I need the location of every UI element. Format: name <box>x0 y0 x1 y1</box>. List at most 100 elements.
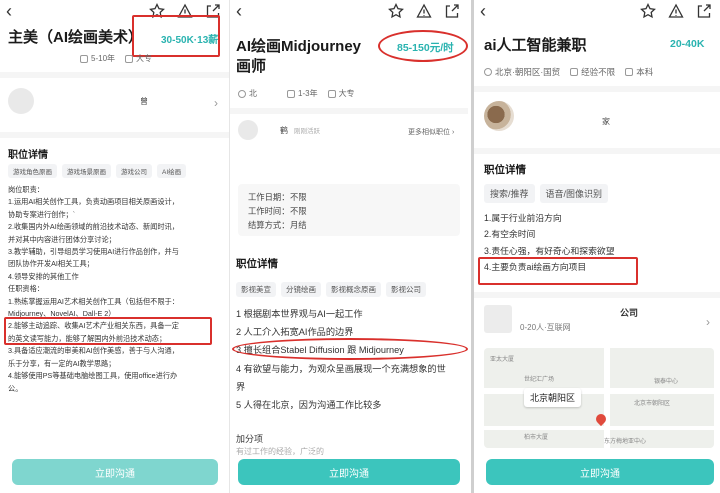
company-card[interactable]: 公司 0-20人·互联网 <box>484 305 638 333</box>
share-icon[interactable] <box>444 3 460 19</box>
chat-now-button[interactable]: 立即沟通 <box>238 459 460 485</box>
star-icon[interactable] <box>149 3 165 19</box>
map-label: 亚太大厦 <box>490 357 515 363</box>
desc-line: 团队协作开发AI相关工具； <box>8 259 94 269</box>
map-road <box>484 388 714 394</box>
map-label: 世纪汇广场 <box>524 377 555 383</box>
desc-line: 协助专案进行创作；` <box>8 209 76 219</box>
desc-line: 界 <box>236 381 246 392</box>
map-road <box>604 348 610 448</box>
desc-line: 2.能够主动追踪、收集AI艺术产业相关东西，具备一定 <box>8 321 179 331</box>
top-bar: ‹ <box>474 0 720 24</box>
avatar <box>238 120 258 140</box>
job-panel-1: ‹ 主美（AI绘画美术） 30-50K·13薪 5-10年 大专 曾 › 职位详… <box>0 0 229 493</box>
chevron-right-icon[interactable]: › <box>706 315 710 329</box>
job-panel-3: ‹ ai人工智能兼职 20-40K 北京·朝阳区·国贸 经验不限 本科 家 职位… <box>471 0 720 493</box>
desc-line: 公。 <box>8 383 23 393</box>
warning-icon[interactable] <box>416 3 432 19</box>
company-logo <box>484 305 512 333</box>
top-bar: ‹ <box>230 0 468 24</box>
info-row: 工作时间：不限 <box>248 206 307 216</box>
desc-line: 岗位职责： <box>8 185 44 194</box>
bonus-title: 加分项 <box>236 434 264 444</box>
section-title: 职位详情 <box>8 150 48 161</box>
desc-line: Midjourney、NovelAI、Dall-E 2） <box>8 309 116 319</box>
recruiter-row[interactable]: 曾 <box>8 88 148 114</box>
map-label: 东方梅地亚中心 <box>604 439 647 445</box>
tag: 分镜绘画 <box>281 282 321 297</box>
briefcase-icon <box>287 89 295 98</box>
map-location-label: 北京朝阳区 <box>524 388 582 407</box>
salary: 20-40K <box>670 38 705 50</box>
tag-list: 影视美宣 分镜绘画 影视概念原画 影视公司 <box>236 282 426 297</box>
desc-line: 2 人工介入拓宽AI作品的边界 <box>236 327 354 338</box>
bonus-text: 有过工作的经验，广泛的 <box>236 447 324 456</box>
info-row: 工作日期：不限 <box>248 192 307 202</box>
warning-icon[interactable] <box>177 3 193 19</box>
desc-line: 并对其中内容进行团体分享讨论； <box>8 234 116 244</box>
share-icon[interactable] <box>205 3 221 19</box>
tag-list: 搜索/推荐 语音/图像识别 <box>484 184 609 203</box>
divider <box>474 86 720 92</box>
job-title: 主美（AI绘画美术） <box>8 29 144 46</box>
desc-line: 3.具备适应潮流的审美和AI创作美感，善于与人沟通， <box>8 346 179 356</box>
active-status: 刚刚活跃 <box>294 128 320 135</box>
share-icon[interactable] <box>696 3 712 19</box>
job-meta: 北 1-3年 大专 <box>238 88 355 99</box>
map-label: 银泰中心 <box>654 379 679 385</box>
company-info: 0-20人·互联网 <box>520 322 571 332</box>
info-row: 结算方式：月结 <box>248 220 307 230</box>
tag: 游戏场景原画 <box>62 164 111 178</box>
desc-line: 任职资格： <box>8 284 44 294</box>
chat-now-button[interactable]: 立即沟通 <box>486 459 714 485</box>
job-title: ai人工智能兼职 <box>484 37 587 54</box>
tag: 语音/图像识别 <box>539 184 609 203</box>
education: 本科 <box>625 66 653 78</box>
map-road <box>484 426 714 430</box>
experience: 5-10年 <box>80 53 115 64</box>
section-title: 职位详情 <box>484 164 526 176</box>
desc-line: 2.收集国内外AI绘画领域的前沿技术动态、新闻时讯， <box>8 222 179 232</box>
graduation-icon <box>125 54 134 63</box>
experience: 1-3年 <box>287 88 318 99</box>
map-label: 柏市大厦 <box>524 435 549 441</box>
job-description: 1.属于行业前沿方向 2.有空余时间 3.责任心强，有好奇心和探索欲望 4.主要… <box>484 210 615 275</box>
star-icon[interactable] <box>640 3 656 19</box>
job-description: 1 根据剧本世界观与AI一起工作 2 人工介入拓宽AI作品的边界 3 擅长组合S… <box>236 305 446 414</box>
briefcase-icon <box>80 54 88 63</box>
chevron-left-icon[interactable]: ‹ <box>480 1 486 21</box>
top-bar: ‹ <box>0 0 229 24</box>
recruiter-row[interactable]: 家 <box>484 101 610 131</box>
tag: AI绘画 <box>157 164 187 178</box>
desc-line: 3.教学辅助，引导组员学习使用AI进行作品创作，并与 <box>8 247 179 257</box>
chevron-left-icon[interactable]: ‹ <box>6 1 12 21</box>
recruiter-row[interactable]: 鹤 刚刚活跃 <box>238 120 320 140</box>
chevron-right-icon[interactable]: › <box>214 96 218 110</box>
avatar <box>484 101 514 131</box>
recruiter-name: 曾 <box>140 96 148 106</box>
job-title: AI绘画Midjourney 画师 <box>236 38 362 75</box>
company-name: 公司 <box>620 307 639 318</box>
location-pin-icon <box>238 89 246 98</box>
chat-now-button[interactable]: 立即沟通 <box>12 459 218 485</box>
tag: 影视美宣 <box>236 282 276 297</box>
location-map[interactable]: 亚太大厦 世纪汇广场 银泰中心 北京市朝阳区 柏市大厦 东方梅地亚中心 北京朝阳… <box>484 348 714 448</box>
desc-line: 1.运用AI相关创作工具，负责动画项目相关原画设计， <box>8 197 179 207</box>
warning-icon[interactable] <box>668 3 684 19</box>
chevron-left-icon[interactable]: ‹ <box>236 1 242 21</box>
graduation-icon <box>625 68 634 76</box>
similar-jobs-link[interactable]: 更多相似职位 › <box>408 127 454 137</box>
tag: 游戏公司 <box>116 164 152 178</box>
briefcase-icon <box>570 68 579 76</box>
graduation-icon <box>327 89 336 98</box>
recruiter-name: 鹤 <box>280 125 288 135</box>
location: 北京·朝阳区·国贸 <box>484 66 560 78</box>
desc-line: 1 根据剧本世界观与AI一起工作 <box>236 309 363 319</box>
avatar <box>8 88 34 114</box>
divider <box>0 132 229 138</box>
job-meta: 5-10年 大专 <box>80 53 152 64</box>
salary: 30-50K·13薪 <box>161 35 219 46</box>
divider <box>0 72 229 78</box>
star-icon[interactable] <box>388 3 404 19</box>
desc-line: 5 人得在北京，因为沟通工作比较多 <box>236 400 382 411</box>
